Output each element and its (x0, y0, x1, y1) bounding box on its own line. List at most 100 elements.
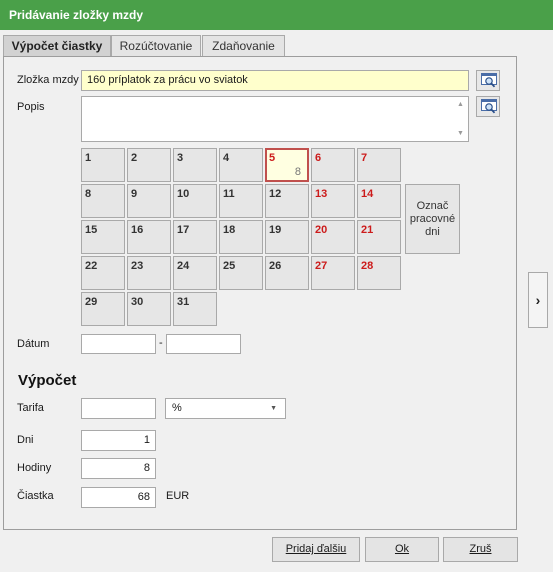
calendar-day-number: 31 (177, 296, 190, 308)
tab-rozuctovanie[interactable]: Rozúčtovanie (111, 35, 201, 57)
amount-field[interactable]: 68 (81, 487, 156, 508)
calendar-day-30[interactable]: 30 (127, 292, 171, 326)
calendar-day-24[interactable]: 24 (173, 256, 217, 290)
calendar-day-3[interactable]: 3 (173, 148, 217, 182)
lookup-component-button[interactable] (476, 70, 500, 91)
calendar-day-number: 14 (361, 188, 374, 200)
scroll-down-icon: ▼ (457, 130, 464, 137)
calendar-day-2[interactable]: 2 (127, 148, 171, 182)
component-label: Zložka mzdy (17, 74, 79, 86)
date-to-field[interactable] (166, 334, 241, 354)
calendar-day-18[interactable]: 18 (219, 220, 263, 254)
calendar-day-1[interactable]: 1 (81, 148, 125, 182)
calendar-day-number: 16 (131, 224, 144, 236)
calendar-day-number: 24 (177, 260, 190, 272)
date-separator: - (159, 337, 163, 349)
days-field[interactable]: 1 (81, 430, 156, 451)
calendar-day-19[interactable]: 19 (265, 220, 309, 254)
tariff-label: Tarifa (17, 402, 44, 414)
calendar-day-21[interactable]: 21 (357, 220, 401, 254)
calendar-day-8[interactable]: 8 (81, 184, 125, 218)
calendar-day-number: 30 (131, 296, 144, 308)
description-label: Popis (17, 101, 45, 113)
calculation-heading: Výpočet (18, 372, 77, 389)
lookup-description-button[interactable] (476, 96, 500, 117)
calendar-day-number: 29 (85, 296, 98, 308)
calendar-day-number: 9 (131, 188, 138, 200)
calendar-day-26[interactable]: 26 (265, 256, 309, 290)
calendar-day-number: 6 (315, 152, 322, 164)
calendar-day-number: 11 (223, 188, 235, 200)
calendar-day-13[interactable]: 13 (311, 184, 355, 218)
calendar-day-20[interactable]: 20 (311, 220, 355, 254)
calendar-day-14[interactable]: 14 (357, 184, 401, 218)
magnifier-window-icon (481, 73, 497, 88)
ok-label: Ok (394, 543, 410, 555)
tariff-field[interactable] (81, 398, 156, 419)
cancel-button[interactable]: Zruš (443, 537, 518, 562)
calendar-day-23[interactable]: 23 (127, 256, 171, 290)
calendar-day-5[interactable]: 58 (265, 148, 309, 182)
calendar-day-27[interactable]: 27 (311, 256, 355, 290)
calendar-day-6[interactable]: 6 (311, 148, 355, 182)
calendar-day-number: 26 (269, 260, 282, 272)
calendar-day-number: 19 (269, 224, 282, 236)
calendar-day-7[interactable]: 7 (357, 148, 401, 182)
date-label: Dátum (17, 338, 50, 350)
calendar-day-number: 17 (177, 224, 190, 236)
calendar-day-17[interactable]: 17 (173, 220, 217, 254)
calendar-day-29[interactable]: 29 (81, 292, 125, 326)
calendar-day-10[interactable]: 10 (173, 184, 217, 218)
calendar-day-28[interactable]: 28 (357, 256, 401, 290)
calendar-day-16[interactable]: 16 (127, 220, 171, 254)
calendar-day-number: 21 (361, 224, 374, 236)
calendar-day-4[interactable]: 4 (219, 148, 263, 182)
calendar-day-number: 18 (223, 224, 236, 236)
calendar-day-number: 10 (177, 188, 190, 200)
description-scrollbar[interactable]: ▲ ▼ (455, 98, 467, 140)
calendar-day-15[interactable]: 15 (81, 220, 125, 254)
magnifier-window-icon (481, 99, 497, 114)
calendar-day-12[interactable]: 12 (265, 184, 309, 218)
calendar-day-number: 4 (223, 152, 230, 164)
mark-working-days-button[interactable]: Označ pracovné dni (405, 184, 460, 254)
calendar-day-number: 27 (315, 260, 328, 272)
calendar-day-number: 3 (177, 152, 184, 164)
calendar-day-number: 20 (315, 224, 328, 236)
calendar-day-number: 2 (131, 152, 138, 164)
calendar-day-number: 15 (85, 224, 98, 236)
chevron-right-icon: › (535, 292, 541, 308)
calendar-day-number: 7 (361, 152, 368, 164)
scroll-up-icon: ▲ (457, 101, 464, 108)
component-field[interactable]: 160 príplatok za prácu vo sviatok (81, 70, 469, 91)
date-from-field[interactable] (81, 334, 156, 354)
calendar-day-9[interactable]: 9 (127, 184, 171, 218)
hours-label: Hodiny (17, 462, 52, 474)
calendar-day-number: 5 (269, 152, 276, 164)
days-label: Dni (17, 434, 34, 446)
amount-label: Čiastka (17, 490, 54, 502)
calendar-day-11[interactable]: 11 (219, 184, 263, 218)
hours-field[interactable]: 8 (81, 458, 156, 479)
tab-vypocet-ciastky[interactable]: Výpočet čiastky (3, 35, 111, 57)
unit-select[interactable]: % ▼ (165, 398, 286, 419)
calendar-day-number: 28 (361, 260, 374, 272)
expand-panel-button[interactable]: › (528, 272, 548, 328)
calendar-day-22[interactable]: 22 (81, 256, 125, 290)
add-next-label: Pridaj ďalšiu (285, 543, 347, 555)
currency-label: EUR (166, 490, 190, 502)
calendar-day-31[interactable]: 31 (173, 292, 217, 326)
calendar-day-number: 12 (269, 188, 282, 200)
calendar-day-hours: 8 (294, 166, 301, 178)
ok-button[interactable]: Ok (365, 537, 439, 562)
calendar-day-number: 13 (315, 188, 328, 200)
tab-zdanovanie[interactable]: Zdaňovanie (202, 35, 285, 57)
description-textarea[interactable]: ▲ ▼ (81, 96, 469, 142)
caret-down-icon: ▼ (270, 405, 277, 412)
add-next-button[interactable]: Pridaj ďalšiu (272, 537, 360, 562)
calendar-day-number: 1 (85, 152, 92, 164)
mark-working-days-label: Označ pracovné dni (409, 199, 456, 238)
calendar-day-25[interactable]: 25 (219, 256, 263, 290)
window-title: Pridávanie zložky mzdy (0, 0, 553, 30)
calendar-day-number: 8 (85, 188, 92, 200)
